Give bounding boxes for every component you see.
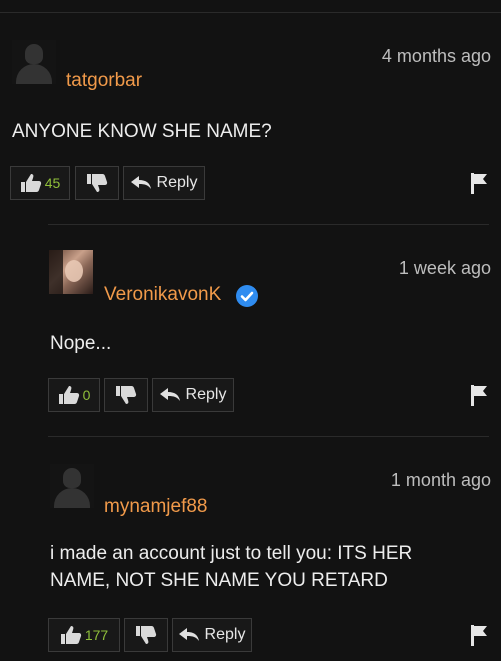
comment-text: Nope... <box>50 333 112 354</box>
like-button[interactable]: 0 <box>48 378 100 412</box>
comment-timestamp: 1 month ago <box>390 470 491 490</box>
comment-text: ANYONE KNOW SHE NAME? <box>12 121 272 142</box>
reply-label: Reply <box>204 626 246 643</box>
thumbs-up-icon <box>60 626 81 644</box>
user-avatar-photo[interactable] <box>49 250 93 294</box>
comment-timestamp: 4 months ago <box>381 46 491 66</box>
flag-icon[interactable] <box>469 384 489 406</box>
like-count: 45 <box>44 175 61 191</box>
comment-text-line-1: i made an account just to tell you: ITS … <box>50 543 413 564</box>
reply-arrow-icon <box>159 388 180 401</box>
comment-username[interactable]: VeronikavonK <box>104 284 221 306</box>
like-button[interactable]: 45 <box>10 166 70 200</box>
dislike-button[interactable] <box>124 618 168 652</box>
verified-check-icon <box>236 285 258 307</box>
thumbs-down-icon <box>87 174 108 192</box>
comment-divider <box>48 224 489 225</box>
dislike-button[interactable] <box>104 378 148 412</box>
comment-username[interactable]: tatgorbar <box>66 70 142 92</box>
default-avatar-icon[interactable] <box>50 464 94 508</box>
dislike-button[interactable] <box>75 166 119 200</box>
reply-button[interactable]: Reply <box>123 166 205 200</box>
thumbs-down-icon <box>136 626 157 644</box>
flag-icon[interactable] <box>469 172 489 194</box>
reply-arrow-icon <box>178 628 199 641</box>
thumbs-up-icon <box>58 386 79 404</box>
thumbs-down-icon <box>116 386 137 404</box>
reply-button[interactable]: Reply <box>152 378 234 412</box>
like-count: 0 <box>82 387 91 403</box>
reply-button[interactable]: Reply <box>172 618 252 652</box>
thumbs-up-icon <box>20 174 41 192</box>
reply-label: Reply <box>185 386 227 403</box>
comment-text-line-2: NAME, NOT SHE NAME YOU RETARD <box>50 570 388 591</box>
comment-timestamp: 1 week ago <box>398 258 491 278</box>
top-divider <box>0 12 501 13</box>
flag-icon[interactable] <box>469 624 489 646</box>
reply-label: Reply <box>156 174 198 191</box>
comment-username[interactable]: mynamjef88 <box>104 496 208 518</box>
like-button[interactable]: 177 <box>48 618 120 652</box>
like-count: 177 <box>84 627 109 643</box>
comment-divider <box>48 436 489 437</box>
default-avatar-icon[interactable] <box>12 40 56 84</box>
reply-arrow-icon <box>130 176 151 189</box>
